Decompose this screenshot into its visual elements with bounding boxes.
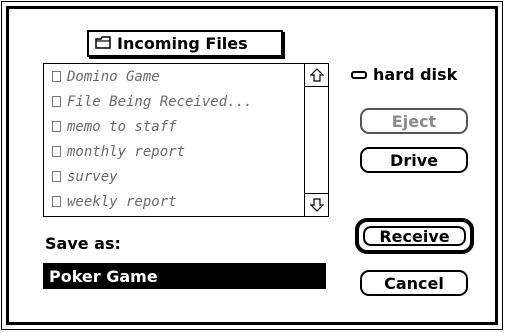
list-item[interactable]: memo to staff bbox=[44, 114, 305, 139]
volume-indicator: hard disk bbox=[351, 65, 457, 84]
list-item[interactable]: survey bbox=[44, 164, 305, 189]
receive-button[interactable]: Receive bbox=[363, 226, 466, 246]
folder-icon bbox=[95, 34, 111, 53]
disk-icon bbox=[351, 70, 367, 79]
volume-name: hard disk bbox=[373, 65, 458, 84]
file-name: File Being Received... bbox=[67, 93, 253, 110]
folder-popup-menu[interactable]: Incoming Files bbox=[87, 30, 283, 57]
file-list[interactable]: Domino Game File Being Received... memo … bbox=[43, 63, 329, 217]
document-icon bbox=[52, 71, 61, 82]
scroll-down-arrow-icon[interactable] bbox=[305, 193, 328, 216]
document-icon bbox=[52, 196, 61, 207]
scroll-up-arrow-icon[interactable] bbox=[305, 64, 328, 87]
cancel-button[interactable]: Cancel bbox=[360, 270, 468, 296]
save-as-label: Save as: bbox=[45, 234, 121, 253]
document-icon bbox=[52, 96, 61, 107]
vertical-scrollbar[interactable] bbox=[304, 64, 328, 216]
document-icon bbox=[52, 171, 61, 182]
file-name: survey bbox=[67, 168, 118, 185]
file-name: memo to staff bbox=[67, 118, 177, 135]
file-name: monthly report bbox=[67, 143, 186, 160]
list-item[interactable]: monthly report bbox=[44, 139, 305, 164]
list-item[interactable]: Domino Game bbox=[44, 64, 305, 89]
file-name: weekly report bbox=[67, 193, 177, 210]
document-icon bbox=[52, 146, 61, 157]
list-item[interactable]: weekly report bbox=[44, 189, 305, 214]
eject-button[interactable]: Eject bbox=[360, 108, 468, 134]
file-list-items: Domino Game File Being Received... memo … bbox=[44, 64, 305, 216]
default-button-ring: Receive bbox=[355, 218, 474, 254]
list-item[interactable]: File Being Received... bbox=[44, 89, 305, 114]
folder-name: Incoming Files bbox=[117, 34, 248, 53]
save-as-field[interactable]: Poker Game bbox=[43, 263, 326, 289]
drive-button[interactable]: Drive bbox=[360, 147, 468, 173]
document-icon bbox=[52, 121, 61, 132]
save-as-value: Poker Game bbox=[49, 266, 158, 286]
file-name: Domino Game bbox=[67, 68, 160, 85]
